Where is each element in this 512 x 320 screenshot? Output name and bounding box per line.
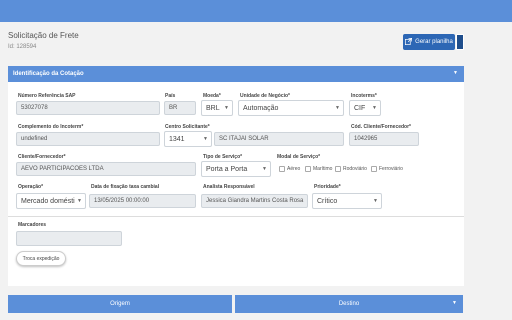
origem-tab-label: Origem [110,301,130,307]
modal-label: Modal de Serviço* [277,154,321,160]
origem-tab[interactable]: Origem [8,295,232,313]
chevron-down-icon: ▼ [452,300,457,306]
pais-field[interactable]: BR [164,101,196,115]
moeda-label: Moeda* [203,93,221,99]
chevron-down-icon: ▼ [203,136,208,142]
numero-ref-label: Número Referência SAP [18,93,76,99]
complemento-field[interactable]: undefined [16,132,160,146]
extra-action-button[interactable] [456,34,464,50]
tipo-servico-select[interactable]: Porta a Porta ▼ [201,161,271,177]
chevron-down-icon: ▼ [373,198,378,204]
modal-ferroviario-checkbox[interactable]: Ferroviário [371,166,403,172]
cod-cliente-field[interactable]: 1042965 [349,132,419,146]
modal-aereo-checkbox[interactable]: Aéreo [279,166,300,172]
numero-ref-field[interactable]: 53027078 [16,101,160,115]
incoterms-label: Incoterms* [351,93,377,99]
cliente-label: Cliente/Fornecedor* [18,154,66,160]
data-fixacao-field[interactable]: 13/05/2025 00:00:00 [89,194,196,208]
modal-rodoviario-label: Rodoviário [343,166,367,172]
data-fixacao-label: Data de fixação taxa cambial [91,184,160,190]
moeda-value: BRL [206,104,220,112]
centro-name-field[interactable]: SC ITAJAI SOLAR [214,132,344,146]
unidade-value: Automação [243,104,279,112]
section-header[interactable]: Identificação da Cotação ▼ [8,66,464,82]
operacao-value: Mercado domésti [21,197,75,205]
cod-cliente-label: Cód. Cliente/Fornecedor* [351,124,412,130]
pais-label: País [165,93,176,99]
analista-field[interactable]: Jessica Giandra Martins Costa Rosa [201,194,308,208]
tipo-servico-label: Tipo de Serviço* [203,154,243,160]
tipo-servico-value: Porta a Porta [206,165,248,173]
complemento-label: Complemento do Incoterm* [18,124,84,130]
unidade-label: Unidade de Negócio* [240,93,291,99]
prioridade-label: Prioridade* [314,184,341,190]
generate-spreadsheet-button[interactable]: Gerar planilha [403,34,455,50]
centro-select[interactable]: 1341 ▼ [164,131,212,147]
chevron-down-icon: ▼ [372,105,377,111]
prioridade-value: Crítico [317,197,338,205]
modal-maritimo-label: Marítimo [313,166,333,172]
operacao-label: Operação* [18,184,44,190]
chevron-down-icon: ▼ [335,105,340,111]
incoterms-value: CIF [354,104,366,112]
modal-ferroviario-label: Ferroviário [379,166,403,172]
modal-rodoviario-checkbox[interactable]: Rodoviário [335,166,367,172]
destino-tab[interactable]: Destino ▼ [235,295,463,313]
cliente-field[interactable]: AEVO PARTICIPACOES LTDA [16,162,196,176]
top-navbar [0,0,512,22]
external-link-icon [405,37,413,47]
chevron-down-icon: ▼ [262,166,267,172]
analista-label: Analista Responsável [203,184,255,190]
page-id: Id: 128594 [8,44,37,50]
page-title: Solicitação de Frete [8,31,79,40]
modal-maritimo-checkbox[interactable]: Marítimo [305,166,332,172]
form-divider [8,216,464,217]
incoterms-select[interactable]: CIF ▼ [349,100,381,116]
destino-tab-label: Destino [338,301,360,307]
centro-value: 1341 [169,135,185,143]
generate-spreadsheet-label: Gerar planilha [415,39,453,45]
chevron-down-icon: ▼ [77,198,82,204]
unidade-select[interactable]: Automação ▼ [238,100,344,116]
troca-expedicao-button[interactable]: Troca expedição [16,251,66,266]
chevron-down-icon: ▼ [224,105,229,111]
operacao-select[interactable]: Mercado domésti ▼ [16,193,86,209]
modal-aereo-label: Aéreo [287,166,301,172]
moeda-select[interactable]: BRL ▼ [201,100,233,116]
marcadores-label: Marcadores [18,222,47,228]
prioridade-select[interactable]: Crítico ▼ [312,193,382,209]
section-title: Identificação da Cotação [13,71,84,77]
marcadores-field[interactable] [16,231,122,246]
chevron-down-icon: ▼ [453,70,458,76]
centro-label: Centro Solicitante* [165,124,210,130]
